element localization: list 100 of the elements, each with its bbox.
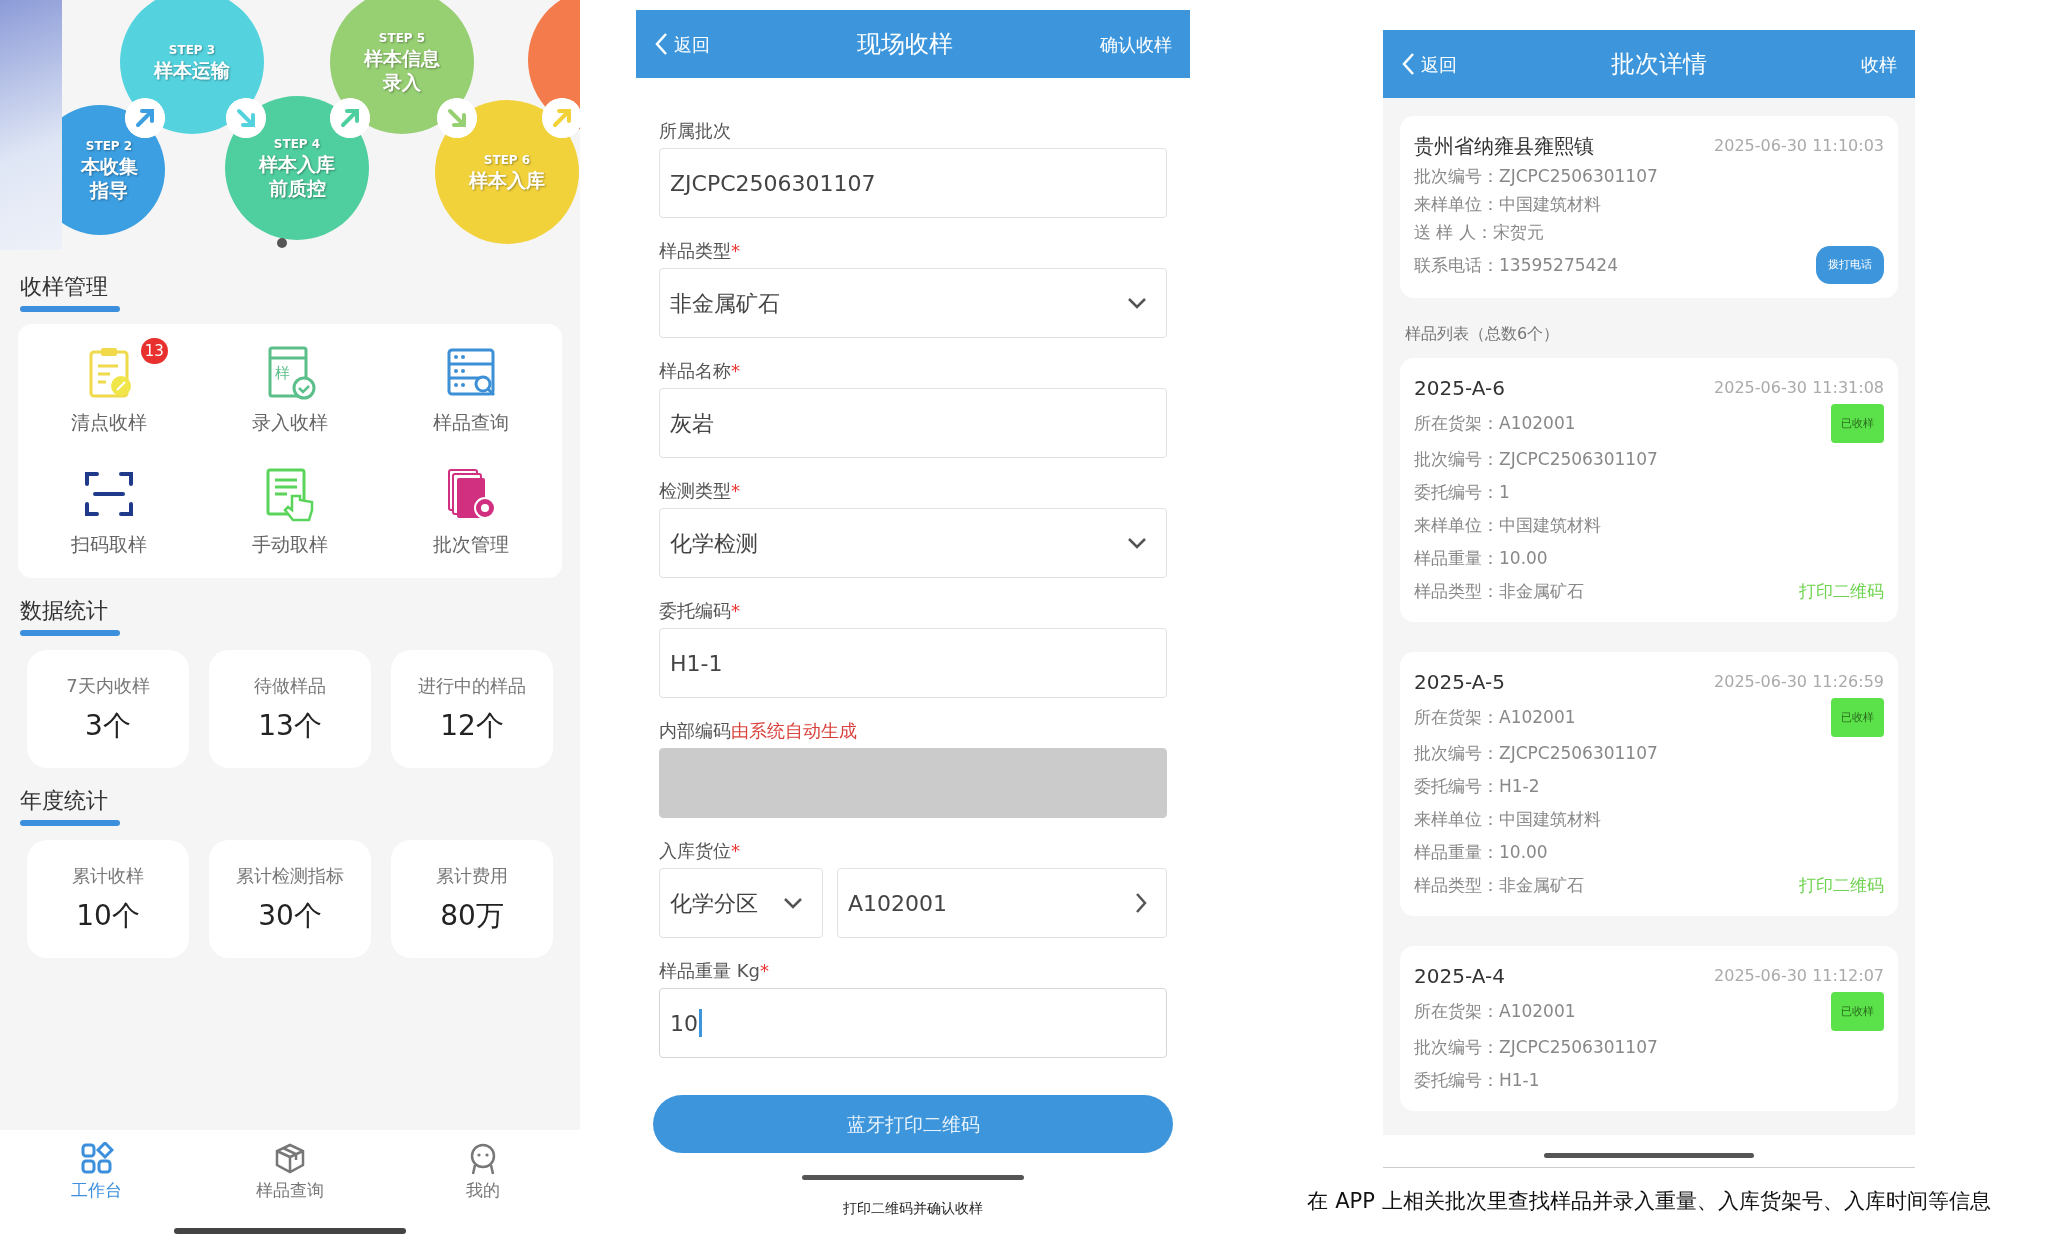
detail-text: 样品重量：10.00 bbox=[1414, 841, 1548, 864]
stat-label: 累计费用 bbox=[436, 863, 508, 888]
detail-text: 委托编号：H1-2 bbox=[1414, 775, 1540, 798]
detail-text: 所在货架：A102001 bbox=[1414, 706, 1576, 729]
detail-text: 批次编号：ZJCPC2506301107 bbox=[1414, 1036, 1658, 1059]
page-indicator bbox=[277, 238, 287, 248]
status-badge: 已收样 bbox=[1831, 404, 1884, 443]
icon-character: 样 bbox=[275, 364, 290, 382]
step-title: 前质控 bbox=[268, 176, 326, 200]
detail-text: 来样单位：中国建筑材料 bbox=[1414, 193, 1601, 216]
step-title: 指导 bbox=[90, 178, 128, 202]
menu-label[interactable]: 手动取样 bbox=[252, 532, 328, 556]
field-label: 入库货位* bbox=[659, 839, 741, 863]
dropdown-field[interactable]: 化学分区 bbox=[659, 868, 823, 938]
timestamp: 2025-06-30 11:12:07 bbox=[1714, 965, 1884, 987]
batch-title: 贵州省纳雍县雍熙镇 bbox=[1414, 133, 1594, 160]
chevron-right-icon bbox=[1134, 891, 1148, 915]
dropdown-field[interactable]: 化学检测 bbox=[659, 508, 1167, 578]
step-number: STEP 3 bbox=[168, 42, 216, 58]
back-icon bbox=[1401, 52, 1415, 76]
menu-label[interactable]: 录入收样 bbox=[252, 410, 328, 434]
field-label: 样品重量 Kg* bbox=[659, 959, 770, 983]
step-number: STEP 2 bbox=[85, 138, 133, 154]
field-label: 内部编码由系统自动生成 bbox=[659, 719, 858, 743]
stat-value: 13个 bbox=[258, 707, 322, 744]
field-label: 样品类型* bbox=[659, 239, 741, 263]
back-button[interactable]: 返回 bbox=[1401, 50, 1457, 78]
field-label: 所属批次 bbox=[659, 119, 732, 143]
step-number: STEP 5 bbox=[378, 30, 426, 46]
grid-icon bbox=[79, 1142, 114, 1176]
status-badge: 已收样 bbox=[1831, 992, 1884, 1031]
detail-text: 所在货架：A102001 bbox=[1414, 1000, 1576, 1023]
detail-text: 样品类型：非金属矿石 bbox=[1414, 580, 1584, 603]
step-title: 本收集 bbox=[80, 154, 138, 178]
timestamp: 2025-06-30 11:26:59 bbox=[1714, 671, 1884, 693]
back-button[interactable]: 返回 bbox=[654, 30, 710, 58]
detail-text: 联系电话：13595275424 bbox=[1414, 254, 1618, 277]
count-badge: 13 bbox=[140, 338, 168, 364]
box-icon bbox=[273, 1142, 307, 1176]
field-label: 委托编码* bbox=[659, 599, 741, 623]
timestamp: 2025-06-30 11:10:03 bbox=[1714, 135, 1884, 157]
picker-field[interactable]: A102001 bbox=[837, 868, 1167, 938]
detail-text: 样品类型：非金属矿石 bbox=[1414, 874, 1584, 897]
input-field[interactable]: ZJCPC2506301107 bbox=[659, 148, 1167, 218]
stat-label: 进行中的样品 bbox=[418, 673, 526, 698]
timestamp: 2025-06-30 11:31:08 bbox=[1714, 377, 1884, 399]
tab[interactable]: 样品查询 bbox=[230, 1142, 350, 1204]
page-title: 现场收样 bbox=[857, 29, 953, 60]
stat-value: 10个 bbox=[76, 897, 140, 934]
dropdown-field[interactable]: 非金属矿石 bbox=[659, 268, 1167, 338]
section-title: 收样管理 bbox=[20, 273, 108, 301]
section-title: 数据统计 bbox=[20, 597, 108, 625]
detail-text: 批次编号：ZJCPC2506301107 bbox=[1414, 448, 1658, 471]
sample-code: 2025-A-4 bbox=[1414, 963, 1505, 990]
stat-label: 7天内收样 bbox=[66, 673, 150, 698]
menu-label[interactable]: 批次管理 bbox=[433, 532, 510, 556]
page-title: 批次详情 bbox=[1611, 49, 1707, 80]
detail-text: 来样单位：中国建筑材料 bbox=[1414, 514, 1601, 537]
field-label: 检测类型* bbox=[659, 479, 741, 503]
step-title: 录入 bbox=[383, 70, 421, 94]
menu-label[interactable]: 扫码取样 bbox=[70, 532, 147, 556]
detail-text: 送 样 人：宋贺元 bbox=[1414, 221, 1544, 244]
menu-label[interactable]: 样品查询 bbox=[433, 410, 510, 434]
detail-text: 委托编号：1 bbox=[1414, 481, 1510, 504]
call-button[interactable]: 拨打电话 bbox=[1816, 246, 1884, 284]
step-title: 样本运输 bbox=[154, 58, 230, 82]
stat-label: 累计检测指标 bbox=[236, 863, 344, 888]
detail-text: 样品重量：10.00 bbox=[1414, 547, 1548, 570]
stat-value: 12个 bbox=[440, 707, 504, 744]
field-label: 样品名称* bbox=[659, 359, 741, 383]
step-title: 样本入库 bbox=[259, 152, 335, 176]
header-action[interactable]: 确认收样 bbox=[1100, 30, 1172, 58]
back-icon bbox=[654, 32, 668, 56]
input-field[interactable]: 灰岩 bbox=[659, 388, 1167, 458]
detail-text: 批次编号：ZJCPC2506301107 bbox=[1414, 742, 1658, 765]
detail-text: 所在货架：A102001 bbox=[1414, 412, 1576, 435]
section-title: 年度统计 bbox=[20, 787, 108, 815]
step-number: STEP 6 bbox=[483, 152, 531, 168]
detail-text: 批次编号：ZJCPC2506301107 bbox=[1414, 165, 1658, 188]
status-badge: 已收样 bbox=[1831, 698, 1884, 737]
detail-text: 委托编号：H1-1 bbox=[1414, 1069, 1540, 1092]
stat-value: 80万 bbox=[440, 897, 504, 934]
step-title: 样本入库 bbox=[469, 168, 545, 192]
detail-text: 来样单位：中国建筑材料 bbox=[1414, 808, 1601, 831]
input-field[interactable]: 10 bbox=[659, 988, 1167, 1058]
tab[interactable]: 工作台 bbox=[36, 1142, 157, 1204]
menu-label[interactable]: 清点收样 bbox=[70, 410, 147, 434]
sample-code: 2025-A-5 bbox=[1414, 669, 1505, 696]
caption: 打印二维码并确认收样 bbox=[842, 1199, 984, 1218]
input-field[interactable]: H1-1 bbox=[659, 628, 1167, 698]
header-action[interactable]: 收样 bbox=[1861, 50, 1897, 78]
stat-label: 累计收样 bbox=[72, 863, 144, 888]
step-number: STEP 4 bbox=[273, 136, 321, 152]
tab[interactable]: 我的 bbox=[423, 1142, 544, 1204]
stat-label: 待做样品 bbox=[254, 673, 326, 698]
list-title: 样品列表（总数6个） bbox=[1405, 323, 1561, 345]
sample-code: 2025-A-6 bbox=[1414, 375, 1505, 402]
stat-value: 3个 bbox=[85, 707, 131, 744]
stat-value: 30个 bbox=[258, 897, 322, 934]
step-title: 样本信息 bbox=[364, 46, 440, 70]
